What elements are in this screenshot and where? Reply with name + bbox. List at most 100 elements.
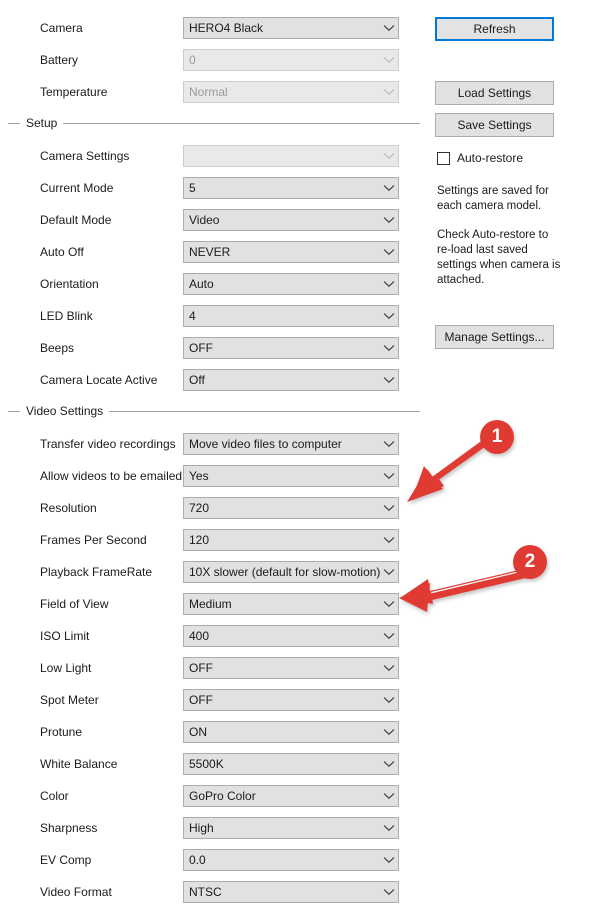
field-row-beeps: Beeps OFF: [0, 337, 400, 359]
field-label: Spot Meter: [40, 693, 99, 707]
field-label: LED Blink: [40, 309, 93, 323]
field-label: Camera: [40, 21, 83, 35]
chevron-down-icon: [380, 274, 398, 294]
settings-panel: Camera HERO4 Black Battery 0 Temperature…: [0, 0, 608, 913]
group-video-settings: Video Settings: [8, 404, 420, 418]
frames-per-second-select[interactable]: 120: [183, 529, 399, 551]
field-label: Auto Off: [40, 245, 84, 259]
chevron-down-icon: [380, 594, 398, 614]
field-row-auto-off: Auto Off NEVER: [0, 241, 400, 263]
chevron-down-icon: [380, 146, 398, 166]
spot-meter-select[interactable]: OFF: [183, 689, 399, 711]
chevron-down-icon: [380, 818, 398, 838]
field-row-low-light: Low Light OFF: [0, 657, 400, 679]
ev-comp-select[interactable]: 0.0: [183, 849, 399, 871]
resolution-select-value: 720: [189, 501, 210, 515]
field-label: Camera Settings: [40, 149, 130, 163]
field-label: Battery: [40, 53, 79, 67]
iso-limit-select[interactable]: 400: [183, 625, 399, 647]
sharpness-select[interactable]: High: [183, 817, 399, 839]
allow-videos-to-be-emailed-select-value: Yes: [189, 469, 209, 483]
field-label: Beeps: [40, 341, 75, 355]
chevron-down-icon: [380, 82, 398, 102]
chevron-down-icon: [380, 658, 398, 678]
field-row-orientation: Orientation Auto: [0, 273, 400, 295]
transfer-video-recordings-select[interactable]: Move video files to computer: [183, 433, 399, 455]
field-label: Temperature: [40, 85, 108, 99]
field-of-view-select[interactable]: Medium: [183, 593, 399, 615]
chevron-down-icon: [380, 434, 398, 454]
field-label: Playback FrameRate: [40, 565, 153, 579]
led-blink-select-value: 4: [189, 309, 196, 323]
field-row-resolution: Resolution 720: [0, 497, 400, 519]
field-row-allow-videos-to-be-emailed: Allow videos to be emailed Yes: [0, 465, 400, 487]
camera-select[interactable]: HERO4 Black: [183, 17, 399, 39]
battery-select: 0: [183, 49, 399, 71]
low-light-select[interactable]: OFF: [183, 657, 399, 679]
field-label: Allow videos to be emailed: [40, 469, 183, 483]
allow-videos-to-be-emailed-select[interactable]: Yes: [183, 465, 399, 487]
field-row-transfer-video-recordings: Transfer video recordings Move video file…: [0, 433, 400, 455]
field-label: Color: [40, 789, 69, 803]
chevron-down-icon: [380, 498, 398, 518]
white-balance-select[interactable]: 5500K: [183, 753, 399, 775]
field-label: ISO Limit: [40, 629, 90, 643]
transfer-video-recordings-select-value: Move video files to computer: [189, 437, 342, 451]
camera-locate-active-select[interactable]: Off: [183, 369, 399, 391]
field-row-protune: Protune ON: [0, 721, 400, 743]
group-setup-label: Setup: [20, 116, 64, 130]
group-setup: Setup: [8, 116, 420, 130]
chevron-down-icon: [380, 626, 398, 646]
spot-meter-select-value: OFF: [189, 693, 213, 707]
field-row-led-blink: LED Blink 4: [0, 305, 400, 327]
ev-comp-select-value: 0.0: [189, 853, 206, 867]
field-label: Field of View: [40, 597, 109, 611]
temperature-select-value: Normal: [189, 85, 228, 99]
camera-settings-select: [183, 145, 399, 167]
color-select[interactable]: GoPro Color: [183, 785, 399, 807]
field-label: Transfer video recordings: [40, 437, 176, 451]
field-label: Current Mode: [40, 181, 114, 195]
resolution-select[interactable]: 720: [183, 497, 399, 519]
chevron-down-icon: [380, 722, 398, 742]
iso-limit-select-value: 400: [189, 629, 210, 643]
color-select-value: GoPro Color: [189, 789, 256, 803]
chevron-down-icon: [380, 242, 398, 262]
field-label: Low Light: [40, 661, 92, 675]
load-settings-button[interactable]: Load Settings: [435, 81, 554, 105]
default-mode-select[interactable]: Video: [183, 209, 399, 231]
field-row-frames-per-second: Frames Per Second 120: [0, 529, 400, 551]
field-row-battery: Battery 0: [0, 49, 400, 71]
default-mode-select-value: Video: [189, 213, 220, 227]
chevron-down-icon: [380, 754, 398, 774]
field-row-camera-locate-active: Camera Locate Active Off: [0, 369, 400, 391]
auto-restore-checkbox[interactable]: Auto-restore: [437, 150, 523, 166]
camera-locate-active-select-value: Off: [189, 373, 205, 387]
playback-framerate-select-value: 10X slower (default for slow-motion): [189, 565, 380, 579]
chevron-down-icon: [380, 178, 398, 198]
field-row-camera-settings: Camera Settings: [0, 145, 400, 167]
video-format-select[interactable]: NTSC: [183, 881, 399, 903]
chevron-down-icon: [380, 690, 398, 710]
orientation-select[interactable]: Auto: [183, 273, 399, 295]
chevron-down-icon: [380, 882, 398, 902]
low-light-select-value: OFF: [189, 661, 213, 675]
refresh-button[interactable]: Refresh: [435, 17, 554, 41]
field-label: Protune: [40, 725, 83, 739]
playback-framerate-select[interactable]: 10X slower (default for slow-motion): [183, 561, 399, 583]
beeps-select[interactable]: OFF: [183, 337, 399, 359]
chevron-down-icon: [380, 562, 398, 582]
field-row-video-format: Video Format NTSC: [0, 881, 400, 903]
field-label: Resolution: [40, 501, 97, 515]
field-row-ev-comp: EV Comp 0.0: [0, 849, 400, 871]
manage-settings-button[interactable]: Manage Settings...: [435, 325, 554, 349]
field-label: Camera Locate Active: [40, 373, 158, 387]
auto-off-select-value: NEVER: [189, 245, 231, 259]
current-mode-select[interactable]: 5: [183, 177, 399, 199]
auto-restore-label: Auto-restore: [457, 151, 524, 165]
chevron-down-icon: [380, 786, 398, 806]
protune-select[interactable]: ON: [183, 721, 399, 743]
save-settings-button[interactable]: Save Settings: [435, 113, 554, 137]
led-blink-select[interactable]: 4: [183, 305, 399, 327]
auto-off-select[interactable]: NEVER: [183, 241, 399, 263]
